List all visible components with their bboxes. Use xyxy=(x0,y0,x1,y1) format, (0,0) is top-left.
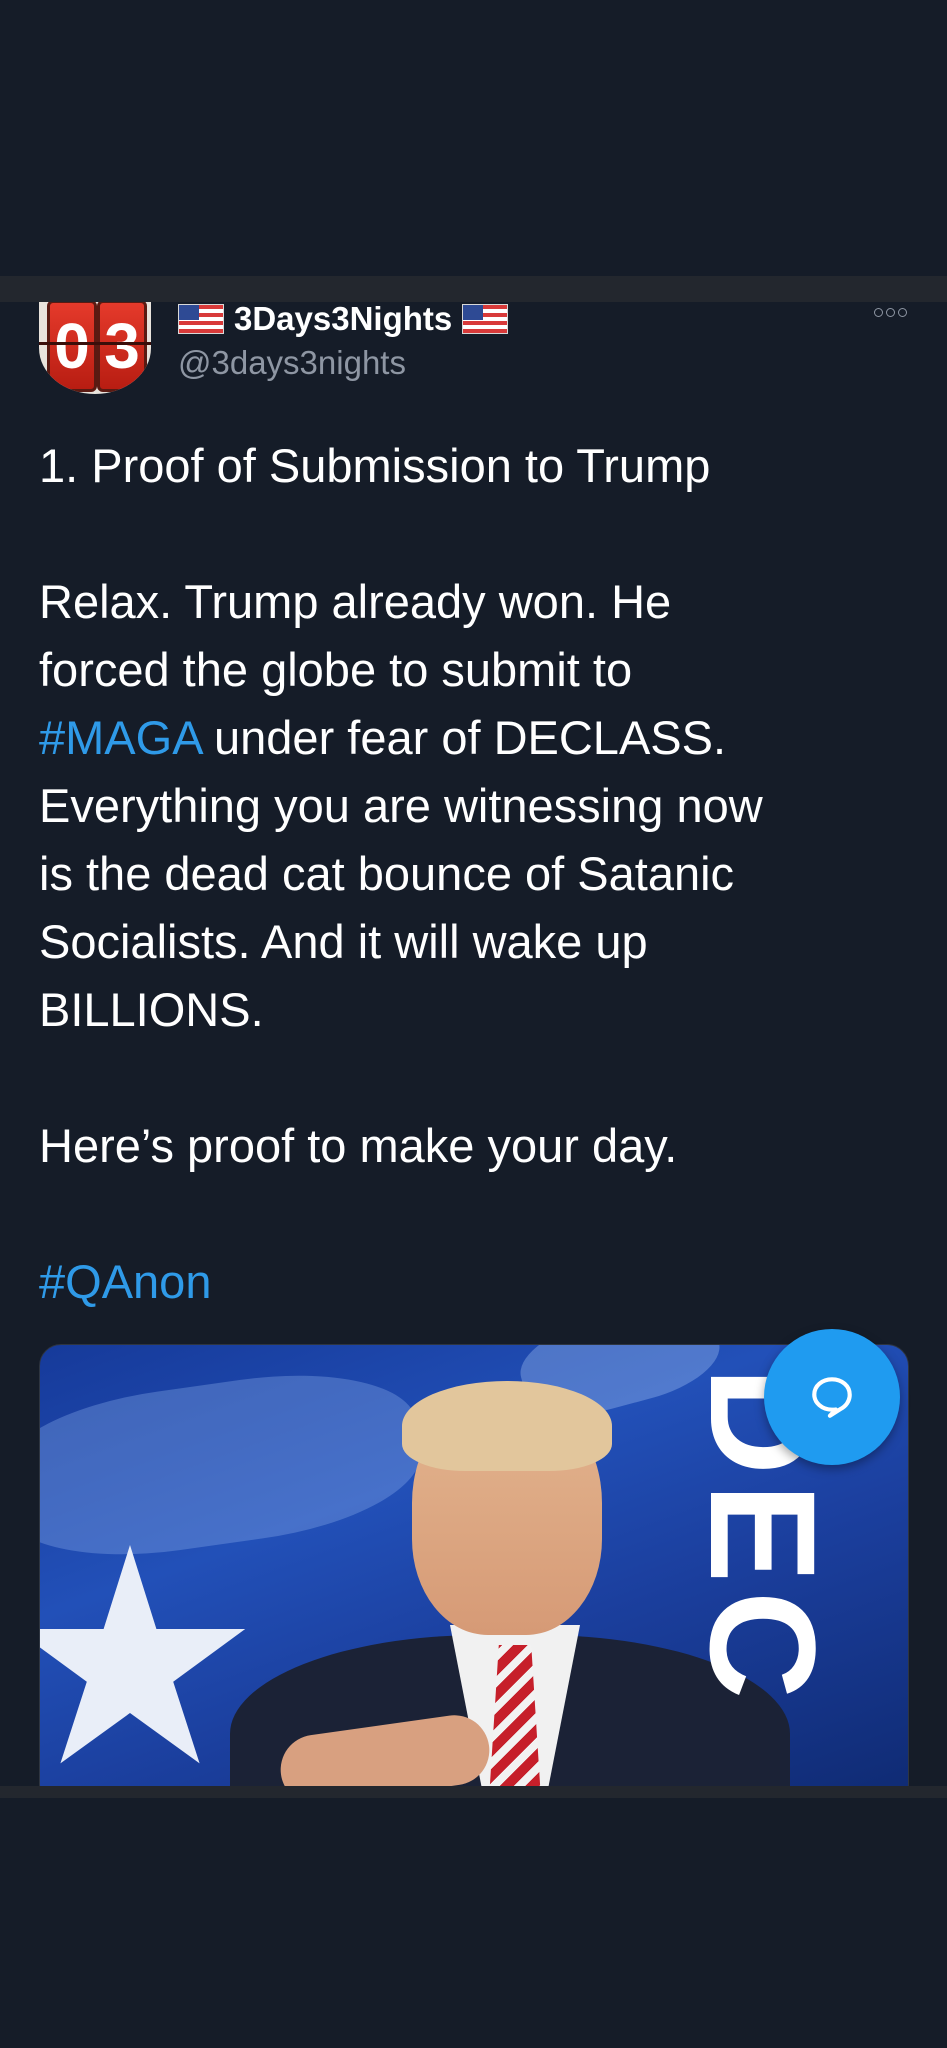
hashtag-qanon-link[interactable]: #QAnon xyxy=(39,1255,211,1308)
avatar[interactable]: 0 3 xyxy=(39,302,151,394)
tweet-line: Relax. Trump already won. He xyxy=(39,575,672,628)
us-flag-icon xyxy=(462,304,509,334)
empty-top-area xyxy=(0,0,947,276)
tweet-line: Everything you are witnessing now xyxy=(39,779,763,832)
person-hair xyxy=(402,1381,612,1471)
tweet-line: BILLIONS. xyxy=(39,983,264,1036)
avatar-digit: 3 xyxy=(97,302,147,392)
flag-background xyxy=(40,1356,430,1574)
us-flag-icon xyxy=(178,304,224,334)
media-letter: C xyxy=(679,1590,847,1700)
user-handle[interactable]: @3days3nights xyxy=(178,344,406,382)
star-shape xyxy=(40,1545,246,1764)
more-horizontal-icon[interactable] xyxy=(874,308,907,317)
compose-reply-icon xyxy=(812,1377,852,1418)
tweet-line: is the dead cat bounce of Satanic xyxy=(39,847,735,900)
hashtag-maga-link[interactable]: #MAGA xyxy=(39,711,201,764)
tweet-line: Socialists. And it will wake up xyxy=(39,915,648,968)
tweet-line-maga: #MAGA under fear of DECLASS. xyxy=(39,704,919,772)
avatar-digit: 0 xyxy=(47,302,97,392)
tweet-line: forced the globe to submit to xyxy=(39,643,633,696)
tweet-line: Here’s proof to make your day. xyxy=(39,1119,678,1172)
tweet-line-text: under fear of DECLASS. xyxy=(200,711,727,764)
tweet-text: 1. Proof of Submission to Trump Relax. T… xyxy=(39,432,919,1316)
section-divider xyxy=(0,1786,947,1798)
section-divider xyxy=(0,276,947,302)
tweet-line: 1. Proof of Submission to Trump xyxy=(39,439,711,492)
author-name-row[interactable]: 3Days3Nights xyxy=(178,302,509,338)
avatar-hinge xyxy=(39,342,151,345)
tweet-card[interactable]: 0 3 3Days3Nights @3days3nights 1. Proof … xyxy=(0,302,947,1786)
compose-reply-button[interactable] xyxy=(764,1329,900,1465)
display-name[interactable]: 3Days3Nights xyxy=(234,302,452,338)
